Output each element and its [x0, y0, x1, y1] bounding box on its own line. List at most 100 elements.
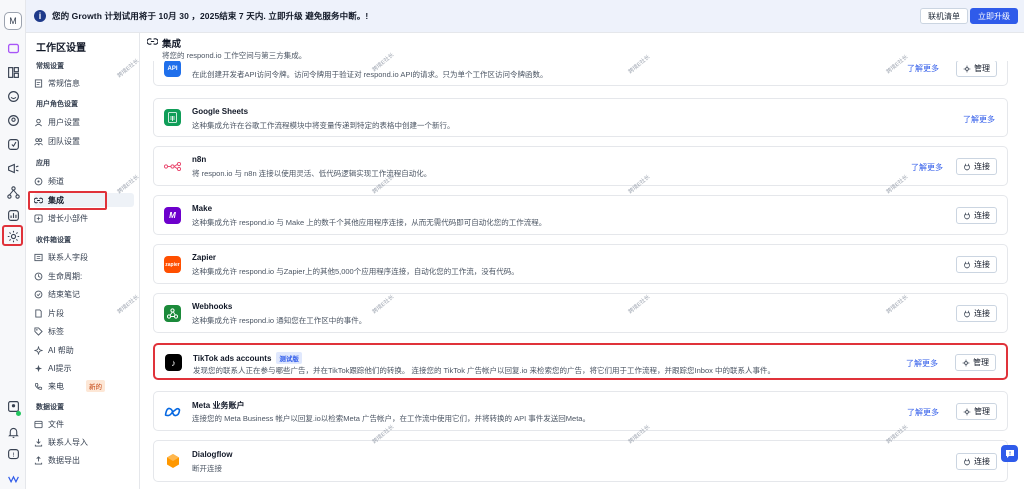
- connect-label: 连接: [974, 211, 990, 220]
- info-icon: i: [34, 10, 46, 22]
- sidebar-item-user-settings[interactable]: 用户设置: [34, 115, 134, 129]
- sidebar-item-general-info[interactable]: 常规信息: [34, 76, 134, 90]
- integration-desc: 连接您的 Meta Business 帐户以回复.io以检索Meta 广告帐户，…: [192, 414, 590, 423]
- document-icon: [34, 78, 43, 88]
- sidebar-item-tags[interactable]: 标签: [34, 324, 134, 338]
- learn-more-link[interactable]: 了解更多: [907, 407, 939, 418]
- integrations-highlight: [28, 191, 107, 210]
- sidebar-item-lifecycle[interactable]: 生命周期:: [34, 269, 134, 283]
- sidebar-item-label: 频道: [48, 176, 64, 186]
- integration-icon: [147, 38, 158, 45]
- sidebar-item-label: AI 帮助: [48, 345, 74, 355]
- integration-name: n8n: [192, 155, 207, 164]
- contacts-icon[interactable]: [5, 112, 21, 128]
- integration-card-n8n: n8n 将 respon.io 与 n8n 连接以使用灵活、低代码逻辑实现工作流…: [153, 146, 1008, 186]
- sidebar-item-files[interactable]: 文件: [34, 417, 134, 431]
- help-icon[interactable]: !: [5, 446, 21, 462]
- integration-name: Meta 业务账户: [192, 401, 245, 410]
- tiktok-icon: ♪: [165, 354, 182, 371]
- sidebar-item-label: 常规信息: [48, 78, 80, 88]
- upgrade-button[interactable]: 立即升级: [970, 8, 1018, 24]
- sidebar-item-label: 生命周期:: [48, 271, 83, 281]
- sidebar-item-ai-assist[interactable]: AI 帮助: [34, 343, 134, 357]
- sidebar-item-team-settings[interactable]: 团队设置: [34, 134, 134, 148]
- integration-desc: 在此创建开发者API访问令牌。访问令牌用于验证对 respond.io API的…: [192, 70, 548, 79]
- connect-button[interactable]: 连接: [956, 207, 997, 224]
- file-icon: [34, 420, 43, 428]
- notifications-icon[interactable]: [5, 424, 21, 440]
- page-header: 集成 将您的 respond.io 工作空间与第三方集成。: [140, 33, 1024, 61]
- manage-label: 管理: [973, 358, 989, 367]
- page-title: 集成: [162, 39, 182, 50]
- ai-help-icon: [34, 345, 43, 355]
- sidebar-section-apps: 应用: [36, 160, 50, 167]
- megaphone-icon[interactable]: [5, 160, 21, 176]
- new-badge: 新的: [86, 380, 105, 392]
- integration-card-google-sheets: Google Sheets 这种集成允许在谷歌工作流程模块中将变量传递到特定的表…: [153, 98, 1008, 137]
- integration-card-dialogflow: Dialogflow 断开连接 连接: [153, 440, 1008, 482]
- checklist-button[interactable]: 联机清单: [920, 8, 968, 24]
- chat-icon: [1005, 449, 1014, 458]
- trial-banner-text: 您的 Growth 计划试用将于 10月 30 ，2025结束 7 天内. 立即…: [52, 11, 369, 21]
- sidebar-item-label: 数据导出: [48, 455, 80, 465]
- integration-card-tiktok: ♪ TikTok ads accounts 测试版 发现您的联系人正在参与哪些广…: [153, 343, 1008, 380]
- manage-button[interactable]: 管理: [955, 354, 996, 371]
- gear-icon: [963, 65, 971, 72]
- connect-button[interactable]: 连接: [956, 256, 997, 273]
- phone-icon: [34, 382, 43, 390]
- sidebar-title: 工作区设置: [36, 43, 86, 54]
- connect-label: 连接: [974, 457, 990, 466]
- sidebar-item-label: 片段: [48, 308, 64, 318]
- integration-desc: 这种集成允许 respond.io 与Zapier上的其他5,000个应用程序连…: [192, 267, 519, 276]
- sidebar-item-ai-prompts[interactable]: AI提示: [34, 361, 134, 375]
- broadcast-icon[interactable]: [5, 136, 21, 152]
- settings-sidebar: 工作区设置 常规设置 常规信息 用户角色设置 用户设置 团队设置 应用 频道 集…: [26, 33, 140, 489]
- field-icon: [34, 253, 43, 261]
- export-icon: [34, 455, 43, 465]
- brand-icon: [5, 470, 21, 486]
- sidebar-item-label: 团队设置: [48, 136, 80, 146]
- connect-button[interactable]: 连接: [956, 305, 997, 322]
- sidebar-item-channels[interactable]: 频道: [34, 174, 134, 188]
- integrations-page: 集成 将您的 respond.io 工作空间与第三方集成。 API 在此创建开发…: [140, 33, 1024, 489]
- sidebar-item-calls[interactable]: 来电 新的: [34, 379, 134, 393]
- integration-desc: 这种集成允许 respond.io 通知您在工作区中的事件。: [192, 316, 367, 325]
- integration-name: Dialogflow: [192, 450, 233, 459]
- integration-card-meta: Meta 业务账户 连接您的 Meta Business 帐户以回复.io以检索…: [153, 391, 1008, 431]
- manage-label: 管理: [974, 64, 990, 73]
- learn-more-link[interactable]: 了解更多: [906, 358, 938, 369]
- ai-prompt-icon: [34, 364, 43, 372]
- sidebar-item-label: AI提示: [48, 363, 72, 373]
- webhooks-icon: [164, 305, 181, 322]
- snippet-icon: [35, 308, 42, 318]
- integration-desc: 这种集成允许在谷歌工作流程模块中将变量传递到特定的表格中创建一个新行。: [192, 121, 455, 130]
- chat-widget-button[interactable]: [1001, 445, 1018, 462]
- inbox-icon[interactable]: [5, 88, 21, 104]
- sidebar-item-contact-import[interactable]: 联系人导入: [34, 435, 134, 449]
- connect-button[interactable]: 连接: [956, 453, 997, 470]
- sidebar-item-growth-widgets[interactable]: 增长小部件: [34, 211, 134, 225]
- learn-more-link[interactable]: 了解更多: [907, 63, 939, 74]
- workflows-icon[interactable]: [5, 184, 21, 200]
- tag-icon: [34, 326, 43, 336]
- sidebar-item-snippets[interactable]: 片段: [34, 306, 134, 320]
- workspace-avatar[interactable]: M: [4, 12, 22, 30]
- sidebar-item-contact-fields[interactable]: 联系人字段: [34, 250, 134, 264]
- learn-more-link[interactable]: 了解更多: [963, 114, 995, 125]
- connect-button[interactable]: 连接: [956, 158, 997, 175]
- reports-icon[interactable]: [5, 207, 21, 223]
- manage-button[interactable]: 管理: [956, 60, 997, 77]
- meta-icon: [164, 403, 181, 420]
- logo-icon[interactable]: [5, 40, 21, 56]
- sidebar-item-data-export[interactable]: 数据导出: [34, 453, 134, 467]
- learn-more-link[interactable]: 了解更多: [911, 162, 943, 173]
- page-subtitle: 将您的 respond.io 工作空间与第三方集成。: [162, 51, 307, 60]
- manage-button[interactable]: 管理: [956, 403, 997, 420]
- sidebar-item-closing-notes[interactable]: 结束笔记: [34, 287, 134, 301]
- widget-icon: [34, 213, 43, 223]
- google-sheets-icon: [164, 109, 181, 126]
- beta-badge: 测试版: [276, 352, 302, 364]
- sidebar-item-label: 结束笔记: [48, 289, 80, 299]
- dashboard-icon[interactable]: [5, 64, 21, 80]
- user-icon: [35, 118, 42, 126]
